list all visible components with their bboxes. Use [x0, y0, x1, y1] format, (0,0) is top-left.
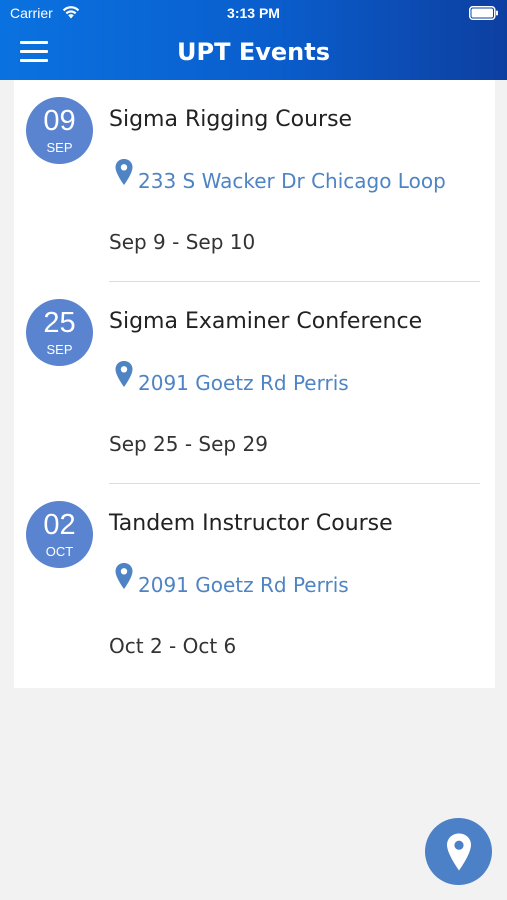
location-pin-icon — [115, 361, 133, 387]
event-title: Sigma Examiner Conference — [109, 309, 423, 334]
event-list-item[interactable]: 25 SEP Sigma Examiner Conference 2091 Go… — [14, 282, 495, 484]
event-address-link[interactable]: 2091 Goetz Rd Perris — [138, 371, 349, 395]
battery-icon — [469, 6, 498, 20]
event-title: Sigma Rigging Course — [109, 107, 353, 132]
event-list-item[interactable]: 02 OCT Tandem Instructor Course 2091 Goe… — [14, 484, 495, 686]
status-time: 3:13 PM — [227, 5, 280, 21]
date-month: SEP — [46, 342, 73, 357]
event-address-link[interactable]: 2091 Goetz Rd Perris — [138, 573, 349, 597]
date-day: 25 — [43, 307, 76, 339]
event-title: Tandem Instructor Course — [109, 511, 393, 536]
page-title: UPT Events — [177, 38, 330, 66]
date-month: SEP — [46, 140, 73, 155]
date-badge: 02 OCT — [26, 501, 93, 568]
date-day: 09 — [43, 105, 76, 137]
map-pin-icon — [447, 833, 471, 871]
event-dates: Oct 2 - Oct 6 — [109, 634, 237, 658]
event-list-item[interactable]: 09 SEP Sigma Rigging Course 233 S Wacker… — [14, 80, 495, 282]
event-dates: Sep 9 - Sep 10 — [109, 230, 256, 254]
event-address-link[interactable]: 233 S Wacker Dr Chicago Loop — [138, 169, 446, 193]
location-pin-icon — [115, 563, 133, 589]
date-badge: 09 SEP — [26, 97, 93, 164]
location-pin-icon — [115, 159, 133, 185]
date-day: 02 — [43, 509, 76, 541]
date-badge: 25 SEP — [26, 299, 93, 366]
date-month: OCT — [45, 544, 74, 559]
navigation-bar: Carrier 3:13 PM UPT Events — [0, 0, 507, 80]
events-list: 09 SEP Sigma Rigging Course 233 S Wacker… — [14, 80, 495, 688]
map-button[interactable] — [425, 818, 492, 885]
event-dates: Sep 25 - Sep 29 — [109, 432, 268, 456]
